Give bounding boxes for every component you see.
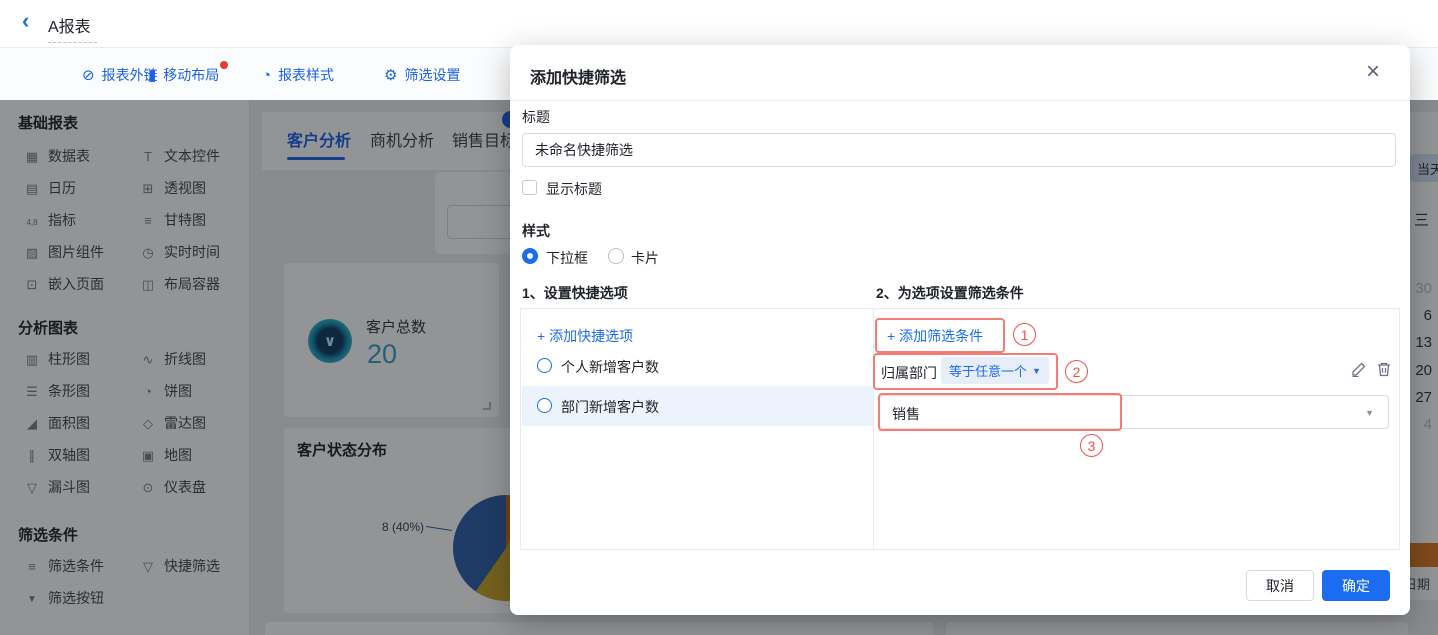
mobile-icon (148, 68, 156, 83)
pie-icon (262, 68, 271, 83)
modal-title: 添加快捷筛选 (530, 64, 626, 88)
confirm-button[interactable]: 确定 (1322, 570, 1390, 601)
gear-icon (384, 68, 397, 83)
report-title[interactable]: A报表 (48, 13, 97, 43)
radio-card[interactable] (608, 248, 624, 264)
back-icon[interactable]: ‹ (22, 8, 29, 34)
annotation-box-3 (878, 393, 1122, 431)
conditions-panel-heading: 2、为选项设置筛选条件 (876, 283, 1024, 303)
toolbar-item-filter-settings[interactable]: 筛选设置 (384, 64, 460, 86)
radio-dropdown[interactable] (522, 248, 538, 264)
link-icon (82, 68, 95, 83)
option-label-personal[interactable]: 个人新增客户数 (561, 357, 659, 377)
option-radio-personal[interactable] (537, 358, 552, 373)
condition-field-name: 归属部门 (881, 363, 937, 383)
title-input[interactable] (522, 133, 1396, 167)
condition-operator-dropdown[interactable]: 等于任意一个 ▼ (941, 357, 1049, 384)
delete-icon[interactable] (1376, 361, 1392, 377)
add-condition-link[interactable]: + 添加筛选条件 (887, 326, 983, 346)
add-quick-filter-modal: 添加快捷筛选 × 标题 显示标题 样式 下拉框 卡片 1、设置快捷选项 2、为选… (510, 45, 1410, 615)
top-header: ‹ A报表 (0, 0, 1438, 47)
notification-dot (220, 61, 228, 69)
options-panel-heading: 1、设置快捷选项 (522, 283, 628, 303)
toolbar-item-mobile-layout[interactable]: 移动布局 (148, 64, 219, 86)
radio-dropdown-label: 下拉框 (546, 248, 588, 268)
title-field-label: 标题 (522, 107, 550, 127)
option-radio-department[interactable] (537, 398, 552, 413)
show-title-checkbox[interactable] (522, 180, 537, 195)
app-screen: ‹ A报表 报表外链 移动布局 报表样式 筛选设置 基础报表 数据表 文本控件 … (0, 0, 1438, 635)
cancel-button[interactable]: 取消 (1246, 570, 1314, 601)
add-quick-option-link[interactable]: + 添加快捷选项 (537, 326, 633, 346)
option-label-department[interactable]: 部门新增客户数 (561, 397, 659, 417)
modal-header-divider (510, 100, 1410, 101)
close-icon[interactable]: × (1366, 60, 1380, 84)
edit-icon[interactable] (1351, 361, 1367, 377)
annotation-circle-2: 2 (1065, 360, 1088, 383)
chevron-down-icon: ▼ (1365, 408, 1374, 418)
radio-card-label: 卡片 (631, 248, 659, 268)
toolbar-item-report-link[interactable]: 报表外链 (82, 64, 158, 86)
show-title-label: 显示标题 (546, 179, 602, 199)
style-field-label: 样式 (522, 221, 550, 241)
panel-divider (873, 309, 874, 549)
annotation-circle-1: 1 (1013, 323, 1036, 346)
chevron-down-icon: ▼ (1032, 366, 1041, 376)
quick-filter-panel: + 添加快捷选项 个人新增客户数 部门新增客户数 + 添加筛选条件 1 归属部门… (520, 308, 1400, 550)
annotation-circle-3: 3 (1080, 434, 1103, 457)
toolbar-item-report-style[interactable]: 报表样式 (262, 64, 334, 86)
condition-row-tools (1351, 361, 1392, 377)
